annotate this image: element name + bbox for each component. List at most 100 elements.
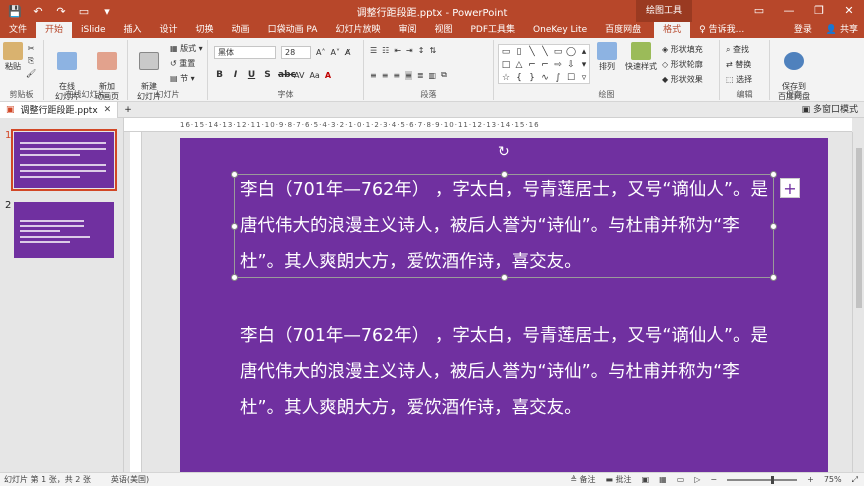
expand-shapes-icon[interactable]: ▿	[578, 72, 590, 84]
tab-transitions[interactable]: 切换	[187, 22, 223, 38]
bold-icon[interactable]: B	[214, 70, 225, 80]
increase-font-icon[interactable]: A˄	[316, 48, 325, 57]
normal-view-icon[interactable]: ▣	[642, 475, 650, 484]
qat-more-icon[interactable]: ▾	[100, 5, 114, 18]
notes-button[interactable]: ≜ 备注	[570, 474, 595, 485]
section-button[interactable]: ▤ 节 ▾	[170, 73, 195, 84]
slideshow-view-icon[interactable]: ▷	[694, 475, 700, 484]
format-painter-icon[interactable]: 🖌	[26, 69, 36, 78]
tab-onekey[interactable]: OneKey Lite	[524, 22, 596, 38]
rect2-shape-icon[interactable]: □	[500, 59, 512, 71]
italic-icon[interactable]: I	[230, 70, 241, 80]
document-tab[interactable]: ▣ 调整行距段距.pptx ✕	[0, 101, 119, 118]
zoom-level[interactable]: 75%	[824, 475, 842, 484]
font-name-select[interactable]: 黑体	[214, 46, 276, 59]
strikethrough-icon[interactable]: abc	[278, 70, 296, 80]
login-link[interactable]: 登录	[794, 22, 812, 38]
line-spacing-icon[interactable]: ↕	[418, 46, 425, 55]
resize-handle[interactable]	[231, 274, 238, 281]
elbow2-shape-icon[interactable]: ⌐	[539, 59, 551, 71]
curve2-shape-icon[interactable]: ∫	[552, 72, 564, 84]
tab-file[interactable]: 文件	[0, 22, 36, 38]
zoom-in-icon[interactable]: +	[807, 475, 814, 484]
shape-outline-button[interactable]: ◇ 形状轮廓	[662, 59, 703, 70]
distributed-icon[interactable]: ≣	[417, 71, 424, 80]
find-button[interactable]: ⌕ 查找	[726, 44, 749, 55]
shapes-gallery[interactable]: ▭ ▯ ╲ ╲ ▭ ◯ ▴ □ △ ⌐ ⌐ ⇨ ⇩ ▾ ☆{} ∿ ∫ ☐ ▿	[498, 44, 590, 84]
multi-window-toggle[interactable]: ▣ 多窗口模式	[802, 102, 858, 118]
tab-islide[interactable]: iSlide	[72, 22, 114, 38]
zoom-out-icon[interactable]: −	[710, 475, 717, 484]
more-shapes-icon[interactable]: ▴	[578, 46, 590, 58]
decrease-font-icon[interactable]: A˅	[330, 48, 339, 57]
callout-shape-icon[interactable]: ☐	[565, 72, 577, 84]
resize-handle[interactable]	[231, 223, 238, 230]
shape-effect-button[interactable]: ◆ 形状效果	[662, 74, 703, 85]
resize-handle[interactable]	[231, 171, 238, 178]
restore-button[interactable]: ❐	[804, 0, 834, 22]
line2-shape-icon[interactable]: ╲	[539, 46, 551, 58]
close-doc-tab-icon[interactable]: ✕	[104, 105, 112, 115]
textbox-shape-icon[interactable]: ▭	[500, 46, 512, 58]
tab-slideshow[interactable]: 幻灯片放映	[326, 22, 389, 38]
add-tab-icon[interactable]: +	[118, 105, 138, 115]
tab-home[interactable]: 开始	[36, 22, 73, 38]
present-icon[interactable]: ▭	[77, 5, 91, 18]
change-case-icon[interactable]: Aa	[309, 71, 319, 80]
ribbon-display-icon[interactable]: ▭	[744, 0, 774, 22]
clear-format-icon[interactable]: A̸	[345, 48, 350, 57]
tab-insert[interactable]: 插入	[115, 22, 151, 38]
arrange-button[interactable]: 排列	[594, 42, 620, 72]
scrollbar-thumb[interactable]	[856, 148, 862, 308]
tab-pocket-animation[interactable]: 口袋动画 PA	[259, 22, 327, 38]
underline-icon[interactable]: U	[246, 70, 257, 80]
cut-icon[interactable]: ✂	[28, 44, 35, 53]
comments-button[interactable]: ▬ 批注	[605, 474, 631, 485]
slide-thumbnail[interactable]	[14, 202, 114, 258]
arrow2-shape-icon[interactable]: ⇩	[565, 59, 577, 71]
redo-icon[interactable]: ↷	[54, 5, 68, 18]
replace-button[interactable]: ⇄ 替换	[726, 59, 751, 70]
star-shape-icon[interactable]: ☆	[500, 72, 512, 84]
reading-view-icon[interactable]: ▭	[677, 475, 685, 484]
tab-pdf-tools[interactable]: PDF工具集	[461, 22, 524, 38]
tab-baidu[interactable]: 百度网盘	[596, 22, 650, 38]
smartart-icon[interactable]: ⧉	[441, 70, 447, 80]
oval-shape-icon[interactable]: ◯	[565, 46, 577, 58]
rect-shape-icon[interactable]: ▭	[552, 46, 564, 58]
paste-button[interactable]: 粘贴	[2, 42, 24, 72]
textbox-vertical-icon[interactable]: ▯	[513, 46, 525, 58]
layout-button[interactable]: ▦ 版式 ▾	[170, 43, 203, 54]
tab-view[interactable]: 视图	[425, 22, 461, 38]
brace-shape-icon[interactable]: {	[513, 72, 525, 84]
justify-icon[interactable]: ≡	[405, 70, 412, 80]
shape-fill-button[interactable]: ◈ 形状填充	[662, 44, 703, 55]
columns-icon[interactable]: ▥	[429, 71, 437, 80]
quick-styles-button[interactable]: 快速样式	[624, 42, 658, 72]
select-button[interactable]: ⬚ 选择	[726, 74, 752, 85]
text-direction-icon[interactable]: ⇅	[429, 46, 436, 55]
elbow-shape-icon[interactable]: ⌐	[526, 59, 538, 71]
arrow-shape-icon[interactable]: ⇨	[552, 59, 564, 71]
curve-shape-icon[interactable]: ∿	[539, 72, 551, 84]
align-center-icon[interactable]: ≡	[382, 71, 389, 80]
save-icon[interactable]: 💾	[8, 5, 22, 18]
fit-slide-icon[interactable]: ⤢	[852, 475, 858, 485]
align-left-icon[interactable]: ≡	[370, 71, 377, 80]
font-size-select[interactable]: 28	[281, 46, 311, 59]
scroll-shapes-icon[interactable]: ▾	[578, 59, 590, 71]
paragraph-2[interactable]: 李白（701年—762年） ，字太白，号青莲居士，又号“谪仙人”。是唐代伟大的浪…	[240, 318, 780, 426]
tell-me-search[interactable]: ♀ 告诉我...	[690, 22, 753, 38]
minimize-button[interactable]: —	[774, 0, 804, 22]
tab-format[interactable]: 格式	[654, 22, 691, 38]
char-spacing-icon[interactable]: AV	[294, 71, 304, 80]
brace2-shape-icon[interactable]: }	[526, 72, 538, 84]
copy-icon[interactable]: ⎘	[28, 56, 34, 66]
paragraph-1[interactable]: 李白（701年—762年） ，字太白，号青莲居士，又号“谪仙人”。是唐代伟大的浪…	[240, 172, 780, 280]
tab-review[interactable]: 审阅	[389, 22, 425, 38]
increase-indent-icon[interactable]: ⇥	[406, 46, 413, 55]
rotate-handle-icon[interactable]: ↻	[498, 144, 510, 160]
zoom-slider[interactable]	[727, 475, 798, 484]
undo-icon[interactable]: ↶	[31, 5, 45, 18]
tab-animations[interactable]: 动画	[223, 22, 259, 38]
